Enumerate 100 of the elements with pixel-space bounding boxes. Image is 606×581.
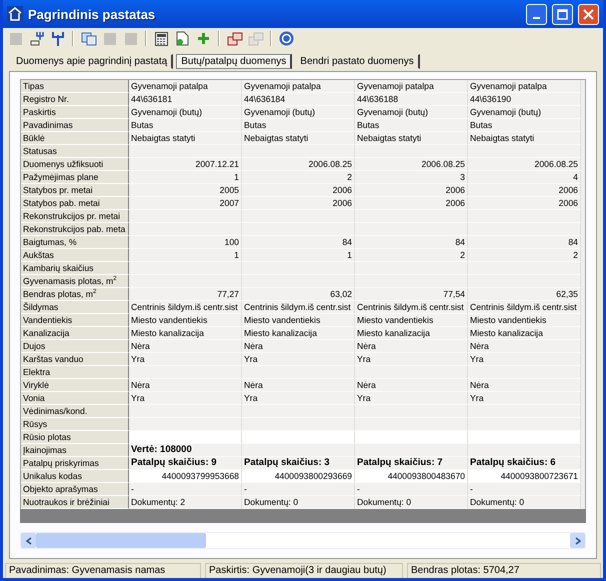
table-cell: 2005 <box>129 184 242 197</box>
toolbar-button[interactable] <box>28 30 45 47</box>
square-icon <box>124 32 138 46</box>
table-cell: 4400093799953668 <box>129 470 242 483</box>
row-header: Pažymėjimas plane <box>21 171 129 184</box>
table-cell: Nėra <box>468 340 581 353</box>
table-cell: 2006 <box>242 184 355 197</box>
table-cell: Miesto vandentiekis <box>468 314 581 327</box>
table-cell: Centrinis šildym.iš centr.sist <box>355 301 468 314</box>
table-cell: 2006.08.25 <box>468 158 581 171</box>
table-cell: Butas <box>242 119 355 132</box>
table-cell: 77,54 <box>355 288 468 301</box>
table-cell: Nebaigtas statyti <box>468 132 581 145</box>
table-cell: Butas <box>129 119 242 132</box>
table-cell: Butas <box>355 119 468 132</box>
table-cell: 2006 <box>355 184 468 197</box>
table-cell: Miesto vandentiekis <box>129 314 242 327</box>
window-title: Pagrindinis pastatas <box>28 6 156 22</box>
table-cell: Nėra <box>129 379 242 392</box>
table-cell: Gyvenamoji (butų) <box>468 106 581 119</box>
tab[interactable]: Bendri pastato duomenys <box>295 54 420 69</box>
table-cell: 4400093800723671 <box>468 470 581 483</box>
table-cell: Patalpų skaičius: 9 <box>129 457 242 470</box>
table-cell: Miesto kanalizacija <box>468 327 581 340</box>
row-header: Objekto aprašymas <box>21 483 129 496</box>
row-header: Vonia <box>21 392 129 405</box>
table-cell: Nėra <box>468 379 581 392</box>
row-header: Tipas <box>21 80 129 93</box>
row-header: Nuotraukos ir brėžiniai <box>21 496 129 509</box>
fork-icon <box>28 31 44 46</box>
row-header: Kambarių skaičius <box>21 262 129 275</box>
table-cell: Yra <box>129 392 242 405</box>
table-cell: Miesto vandentiekis <box>242 314 355 327</box>
row-header: Vėdinimas/kond. <box>21 405 129 418</box>
table-cell: 77,27 <box>129 288 242 301</box>
table-cell: Miesto kanalizacija <box>242 327 355 340</box>
table-cell: 84 <box>355 236 468 249</box>
toolbar-button[interactable] <box>153 30 170 47</box>
row-header: Paskirtis <box>21 106 129 119</box>
table-cell: Butas <box>468 119 581 132</box>
table-cell: 4 <box>468 171 581 184</box>
toolbar-button[interactable] <box>278 30 295 47</box>
toolbar-button[interactable] <box>226 30 243 47</box>
table-cell: Nėra <box>242 379 355 392</box>
square-icon <box>8 32 22 46</box>
maximize-button[interactable] <box>552 4 573 24</box>
table-cell: 2006 <box>242 197 355 210</box>
row-header: Vandentiekis <box>21 314 129 327</box>
table-cell: 4400093800293669 <box>242 470 355 483</box>
minimize-button[interactable] <box>526 4 547 24</box>
table-cell: - <box>468 483 581 496</box>
table-cell: 1 <box>129 249 242 262</box>
tab[interactable]: Butų/patalpų duomenys <box>176 54 292 69</box>
table-cell: Gyvenamoji patalpa <box>129 80 242 93</box>
table-cell: Centrinis šildym.iš centr.sist <box>468 301 581 314</box>
app-icon <box>7 6 23 22</box>
row-header: Statybos pab. metai <box>21 197 129 210</box>
table-cell: Dokumentų: 2 <box>129 496 242 509</box>
table-cell: Centrinis šildym.iš centr.sist <box>242 301 355 314</box>
row-header: Duomenys užfiksuoti <box>21 158 129 171</box>
table-cell: 44\636181 <box>129 93 242 106</box>
table-cell: Dokumentų: 0 <box>468 496 581 509</box>
table-cell: Miesto vandentiekis <box>355 314 468 327</box>
table-cell: Nebaigtas statyti <box>355 132 468 145</box>
row-header: Viryklė <box>21 379 129 392</box>
close-button[interactable] <box>578 4 599 24</box>
table-cell: Gyvenamoji (butų) <box>242 106 355 119</box>
table-cell: 44\636184 <box>242 93 355 106</box>
table-cell: - <box>242 483 355 496</box>
table-cell: 44\636188 <box>355 93 468 106</box>
table-cell: 62,35 <box>468 288 581 301</box>
toolbar-button[interactable] <box>174 30 191 47</box>
help-icon <box>279 31 294 46</box>
tab[interactable]: Duomenys apie pagrindinį pastatą <box>11 54 174 69</box>
table-cell: Yra <box>242 353 355 366</box>
scroll-left-icon[interactable] <box>21 533 36 548</box>
row-header: Rekonstrukcijos pr. metai <box>21 210 129 223</box>
status-text: Paskirtis: Gyvenamoji(3 ir daugiau butų) <box>205 563 403 578</box>
row-header: Šildymas <box>21 301 129 314</box>
calculator-icon <box>155 32 168 46</box>
table-cell: Gyvenamoji (butų) <box>129 106 242 119</box>
row-header: Kanalizacija <box>21 327 129 340</box>
square-icon <box>102 32 116 46</box>
table-cell: 2007.12.21 <box>129 158 242 171</box>
toolbar-button[interactable] <box>80 30 97 47</box>
table-cell: 100 <box>129 236 242 249</box>
table-cell: Vertė: 108000 <box>129 444 242 457</box>
table-cell: 2006.08.25 <box>355 158 468 171</box>
horizontal-scrollbar[interactable] <box>20 532 586 549</box>
windows-icon <box>248 32 264 46</box>
table-cell: Yra <box>355 392 468 405</box>
table-cell: Miesto kanalizacija <box>355 327 468 340</box>
scroll-right-icon[interactable] <box>570 533 585 548</box>
fork-icon <box>50 31 64 46</box>
table-cell: Patalpų skaičius: 6 <box>468 457 581 470</box>
row-header: Baigtumas, % <box>21 236 129 249</box>
table-cell: 2 <box>242 171 355 184</box>
row-header: Karštas vanduo <box>21 353 129 366</box>
row-header: Statybos pr. metai <box>21 184 129 197</box>
toolbar-button[interactable] <box>49 30 66 47</box>
